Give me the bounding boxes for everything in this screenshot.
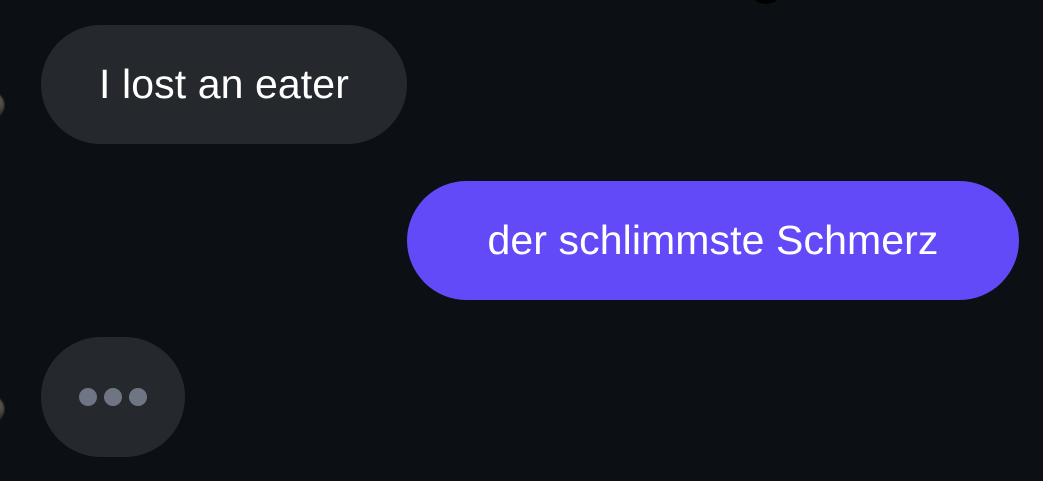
incoming-message-text: I lost an eater (99, 61, 349, 107)
typing-dot (79, 388, 97, 406)
typing-dot (104, 388, 122, 406)
sender-avatar-typing[interactable] (0, 396, 4, 422)
partial-avatar (748, 0, 784, 4)
incoming-message-bubble[interactable]: I lost an eater (41, 25, 407, 144)
outgoing-message-text: der schlimmste Schmerz (487, 217, 939, 263)
outgoing-message-bubble[interactable]: der schlimmste Schmerz (407, 181, 1019, 300)
typing-indicator (41, 337, 185, 457)
typing-dot (129, 388, 147, 406)
sender-avatar[interactable] (0, 92, 4, 118)
